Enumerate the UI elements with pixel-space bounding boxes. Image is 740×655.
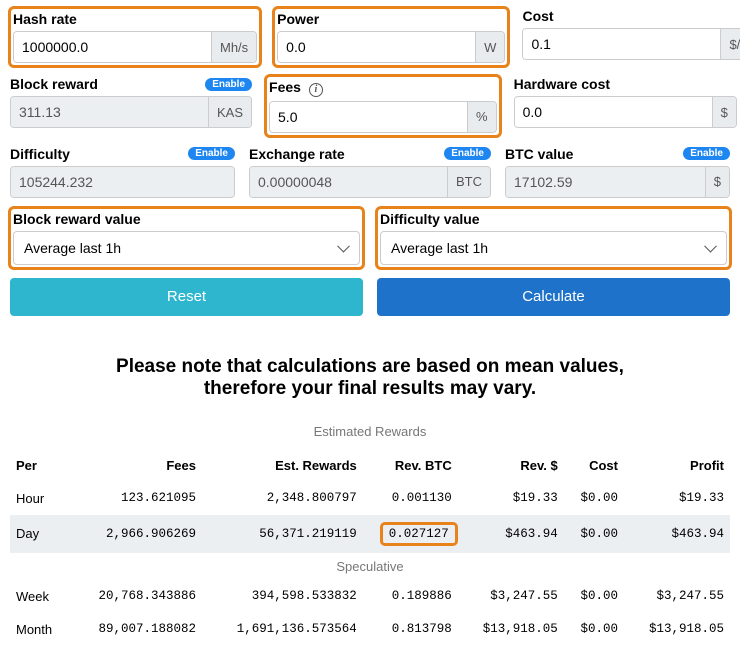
cell-fees: 20,768.343886	[69, 580, 202, 613]
col-fees: Fees	[69, 449, 202, 482]
cell-revbtc: 0.001130	[363, 482, 458, 515]
block-reward-value-select[interactable]: Average last 1h	[13, 231, 360, 265]
cell-revd: $463.94	[458, 515, 564, 553]
table-row: Day2,966.90626956,371.2191190.027127$463…	[10, 515, 730, 553]
cell-revbtc: 0.813798	[363, 613, 458, 646]
cell-fees: 2,966.906269	[69, 515, 202, 553]
note-text: Please note that calculations are based …	[10, 356, 730, 400]
hash-rate-label: Hash rate	[13, 11, 77, 27]
exchange-rate-field: Exchange rate Enable BTC	[249, 146, 491, 198]
difficulty-value-field: Difficulty value Average last 1h	[375, 206, 732, 270]
power-field: Power W	[272, 6, 510, 68]
cell-est: 1,691,136.573564	[202, 613, 363, 646]
btc-value-field: BTC value Enable $	[505, 146, 730, 198]
block-reward-input[interactable]	[11, 97, 208, 127]
btc-value-label: BTC value	[505, 146, 573, 162]
cell-revbtc: 0.189886	[363, 580, 458, 613]
table-row: Hour123.6210952,348.8007970.001130$19.33…	[10, 482, 730, 515]
block-reward-enable-badge[interactable]: Enable	[205, 78, 252, 91]
cell-est: 394,598.533832	[202, 580, 363, 613]
hash-rate-unit: Mh/s	[211, 32, 256, 62]
cell-est: 2,348.800797	[202, 482, 363, 515]
cell-profit: $463.94	[624, 515, 730, 553]
cell-revd: $3,247.55	[458, 580, 564, 613]
table-row: Week20,768.343886394,598.5338320.189886$…	[10, 580, 730, 613]
power-input[interactable]	[278, 32, 475, 62]
block-reward-label: Block reward	[10, 76, 98, 92]
block-reward-value-field: Block reward value Average last 1h	[8, 206, 365, 270]
hardware-cost-unit: $	[712, 97, 736, 127]
cell-revd: $13,918.05	[458, 613, 564, 646]
btc-value-unit: $	[705, 167, 729, 197]
btc-value-enable-badge[interactable]: Enable	[683, 147, 730, 160]
block-reward-field: Block reward Enable KAS	[10, 76, 252, 136]
cell-cost: $0.00	[564, 580, 624, 613]
table-subhead-speculative: Speculative	[10, 553, 730, 580]
info-icon[interactable]: i	[309, 83, 323, 97]
difficulty-value-select[interactable]: Average last 1h	[380, 231, 727, 265]
difficulty-field: Difficulty Enable	[10, 146, 235, 198]
cost-input[interactable]	[523, 29, 720, 59]
fees-field: Fees i %	[264, 74, 502, 138]
col-per: Per	[10, 449, 69, 482]
difficulty-enable-badge[interactable]: Enable	[188, 147, 235, 160]
calculate-button[interactable]: Calculate	[377, 278, 730, 316]
cost-unit: $/kWh	[720, 29, 740, 59]
cell-cost: $0.00	[564, 613, 624, 646]
cell-per: Week	[10, 580, 69, 613]
col-cost: Cost	[564, 449, 624, 482]
cell-revbtc: 0.027127	[363, 515, 458, 553]
table-row: Month89,007.1880821,691,136.5735640.8137…	[10, 613, 730, 646]
power-label: Power	[277, 11, 319, 27]
difficulty-value-label: Difficulty value	[380, 211, 480, 227]
power-unit: W	[475, 32, 504, 62]
hash-rate-input[interactable]	[14, 32, 211, 62]
cell-profit: $3,247.55	[624, 580, 730, 613]
hardware-cost-input[interactable]	[515, 97, 712, 127]
exchange-rate-enable-badge[interactable]: Enable	[444, 147, 491, 160]
cost-label: Cost	[522, 8, 553, 24]
col-revd: Rev. $	[458, 449, 564, 482]
cell-per: Hour	[10, 482, 69, 515]
col-est: Est. Rewards	[202, 449, 363, 482]
fees-input[interactable]	[270, 102, 467, 132]
fees-label: Fees i	[269, 79, 323, 97]
cell-profit: $19.33	[624, 482, 730, 515]
reset-button[interactable]: Reset	[10, 278, 363, 316]
table-header-row: Per Fees Est. Rewards Rev. BTC Rev. $ Co…	[10, 449, 730, 482]
col-revbtc: Rev. BTC	[363, 449, 458, 482]
exchange-rate-unit: BTC	[447, 167, 490, 197]
cell-cost: $0.00	[564, 482, 624, 515]
hardware-cost-field: Hardware cost $	[514, 76, 737, 136]
cost-field: Cost $/kWh	[522, 8, 740, 66]
difficulty-input[interactable]	[11, 167, 234, 197]
cell-per: Month	[10, 613, 69, 646]
btc-value-input[interactable]	[506, 167, 705, 197]
results-table: Per Fees Est. Rewards Rev. BTC Rev. $ Co…	[10, 449, 730, 646]
block-reward-unit: KAS	[208, 97, 251, 127]
cell-est: 56,371.219119	[202, 515, 363, 553]
hardware-cost-label: Hardware cost	[514, 76, 610, 92]
difficulty-label: Difficulty	[10, 146, 70, 162]
cell-revd: $19.33	[458, 482, 564, 515]
hash-rate-field: Hash rate Mh/s	[8, 6, 262, 68]
table-subhead-estimated: Estimated Rewards	[10, 424, 730, 439]
exchange-rate-label: Exchange rate	[249, 146, 345, 162]
cell-fees: 89,007.188082	[69, 613, 202, 646]
exchange-rate-input[interactable]	[250, 167, 447, 197]
block-reward-value-label: Block reward value	[13, 211, 141, 227]
col-profit: Profit	[624, 449, 730, 482]
fees-unit: %	[467, 102, 496, 132]
cell-profit: $13,918.05	[624, 613, 730, 646]
cell-fees: 123.621095	[69, 482, 202, 515]
cell-cost: $0.00	[564, 515, 624, 553]
cell-per: Day	[10, 515, 69, 553]
